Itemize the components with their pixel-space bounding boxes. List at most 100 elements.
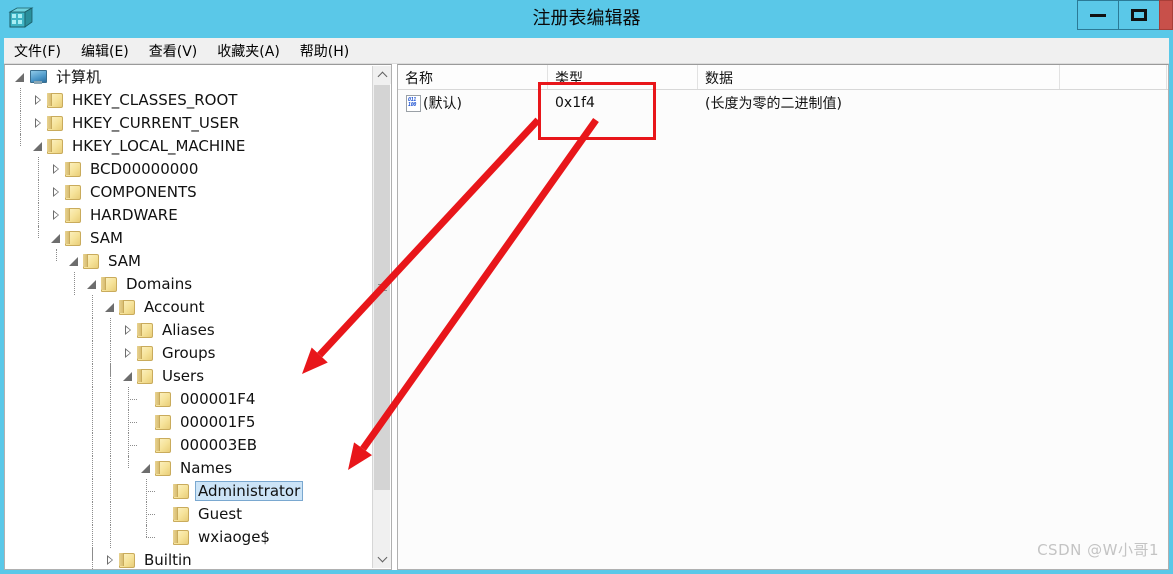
tree-item-selected[interactable]: Administrator: [5, 479, 374, 502]
tree-item[interactable]: Users: [5, 364, 374, 387]
folder-icon: [46, 138, 64, 154]
folder-icon: [172, 483, 190, 499]
expand-triangle-down-icon[interactable]: [31, 134, 46, 157]
scroll-up-button[interactable]: [373, 66, 391, 84]
registry-tree-pane: 计算机 HKEY_CLASSES_ROOT HKEY_CURRENT_USER HKE…: [4, 64, 392, 570]
expand-triangle-down-icon[interactable]: [103, 295, 118, 318]
folder-icon: [64, 230, 82, 246]
maximize-button[interactable]: [1118, 0, 1160, 30]
scroll-down-button[interactable]: [373, 550, 391, 568]
menu-edit[interactable]: 编辑(E): [81, 39, 140, 63]
menu-bar: 文件(F) 编辑(E) 查看(V) 收藏夹(A) 帮助(H): [4, 38, 1169, 64]
menu-view[interactable]: 查看(V): [149, 39, 209, 63]
expand-triangle-right-icon[interactable]: [49, 157, 64, 180]
expand-triangle-right-icon[interactable]: [31, 111, 46, 134]
tree-guide-line: [110, 433, 111, 456]
expand-triangle-right-icon[interactable]: [103, 548, 118, 569]
expand-triangle-down-icon[interactable]: [139, 456, 154, 479]
tree-item[interactable]: Account: [5, 295, 374, 318]
folder-icon: [64, 184, 82, 200]
expand-triangle-right-icon[interactable]: [31, 88, 46, 111]
tree-item[interactable]: 000003EB: [5, 433, 374, 456]
tree-item[interactable]: wxiaoge$: [5, 525, 374, 548]
tree-item-label: SAM: [108, 251, 142, 270]
window-controls: [1077, 0, 1173, 32]
column-header-3[interactable]: 数据: [698, 65, 1060, 89]
tree-item[interactable]: BCD00000000: [5, 157, 374, 180]
tree-item[interactable]: Domains: [5, 272, 374, 295]
tree-guide-line: [92, 548, 93, 560]
expand-triangle-right-icon[interactable]: [121, 318, 136, 341]
expand-triangle-down-icon[interactable]: [85, 272, 100, 295]
expand-triangle-down-icon[interactable]: [67, 249, 82, 272]
title-bar[interactable]: 注册表编辑器: [0, 0, 1173, 38]
tree-item[interactable]: COMPONENTS: [5, 180, 374, 203]
tree-item-label: Administrator: [195, 480, 304, 501]
scrollbar-thumb[interactable]: [374, 85, 390, 490]
tree-guide-line: [110, 364, 111, 376]
minimize-icon: [1090, 13, 1106, 17]
expand-triangle-right-icon[interactable]: [121, 341, 136, 364]
expand-triangle-right-icon[interactable]: [49, 203, 64, 226]
tree-item[interactable]: SAM: [5, 226, 374, 249]
column-header-4[interactable]: [1060, 65, 1167, 89]
folder-icon: [154, 414, 172, 430]
tree-item-label: Users: [162, 366, 205, 385]
minimize-button[interactable]: [1077, 0, 1119, 30]
tree-guide-line: [92, 341, 93, 364]
expand-triangle-down-icon[interactable]: [49, 226, 64, 249]
watermark: CSDN @W小哥1: [1037, 541, 1159, 559]
values-column-header: 名称 类型 数据: [398, 65, 1168, 90]
tree-guide-line: [92, 318, 93, 341]
tree-item[interactable]: Names: [5, 456, 374, 479]
tree-guide-line: [74, 272, 75, 295]
folder-icon: [136, 322, 154, 338]
tree-item[interactable]: 000001F5: [5, 410, 374, 433]
tree-item-label: Account: [144, 297, 205, 316]
tree-guide-line: [92, 456, 93, 479]
computer-icon: [28, 69, 48, 85]
folder-icon: [118, 552, 136, 568]
tree-guide-line: [110, 318, 111, 341]
tree-item[interactable]: HKEY_LOCAL_MACHINE: [5, 134, 374, 157]
expand-triangle-down-icon[interactable]: [13, 65, 28, 88]
tree-item[interactable]: Builtin: [5, 548, 374, 569]
tree-item-label: Names: [180, 458, 233, 477]
column-header-1[interactable]: 名称: [398, 65, 548, 89]
tree-item[interactable]: HKEY_CLASSES_ROOT: [5, 88, 374, 111]
value-row[interactable]: 011 100 (默认) 0x1f4 (长度为零的二进制值): [398, 90, 1168, 116]
tree-item[interactable]: Aliases: [5, 318, 374, 341]
expand-triangle-down-icon[interactable]: [121, 364, 136, 387]
menu-favorites[interactable]: 收藏夹(A): [217, 39, 291, 63]
tree-guide-line: [146, 491, 155, 492]
menu-file[interactable]: 文件(F): [14, 39, 72, 63]
tree-guide-line: [38, 203, 39, 226]
tree-guide-line: [56, 249, 57, 261]
tree-item[interactable]: HARDWARE: [5, 203, 374, 226]
tree-guide-line: [20, 111, 21, 134]
column-header-2[interactable]: 类型: [548, 65, 698, 89]
folder-icon: [154, 437, 172, 453]
folder-icon: [64, 161, 82, 177]
tree-item[interactable]: 计算机: [5, 65, 374, 88]
menu-help[interactable]: 帮助(H): [300, 39, 360, 63]
tree-item-label: HARDWARE: [90, 205, 178, 224]
folder-icon: [154, 391, 172, 407]
expand-triangle-right-icon[interactable]: [49, 180, 64, 203]
tree-item[interactable]: 000001F4: [5, 387, 374, 410]
close-button[interactable]: [1159, 0, 1173, 30]
tree-item[interactable]: SAM: [5, 249, 374, 272]
tree-guide-line: [110, 525, 111, 548]
tree-item[interactable]: HKEY_CURRENT_USER: [5, 111, 374, 134]
tree-vertical-scrollbar[interactable]: [372, 66, 391, 568]
tree-item[interactable]: Guest: [5, 502, 374, 525]
tree-guide-line: [128, 422, 137, 423]
tree-item[interactable]: Groups: [5, 341, 374, 364]
